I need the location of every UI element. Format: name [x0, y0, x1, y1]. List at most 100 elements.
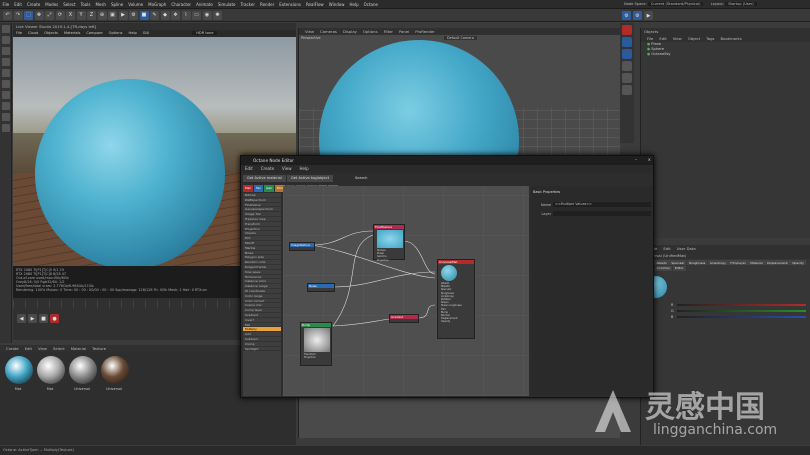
octane-live-icon[interactable]: ⚙	[633, 11, 642, 20]
attr-tab-displacement[interactable]: Displacement	[765, 260, 790, 265]
object-row[interactable]: ● OctaneSky	[641, 52, 810, 57]
z-axis-icon[interactable]: Z	[87, 10, 96, 20]
lv-menu-cloud[interactable]: Cloud	[25, 31, 41, 35]
octane-settings-icon[interactable]: ⚙	[622, 11, 631, 20]
attr-menu-user-data[interactable]: User Data	[674, 246, 699, 251]
camera-dropdown[interactable]: Default Camera	[444, 36, 477, 40]
attr-tab-material[interactable]: Material	[748, 260, 765, 265]
node-tab-mat[interactable]: Mat	[243, 185, 253, 192]
attr-tab-film-layer[interactable]: Film/Layer	[728, 260, 748, 265]
cube-icon[interactable]: ■	[139, 10, 149, 20]
rgb-slider[interactable]	[677, 309, 806, 312]
hdr-tonemap-dropdown[interactable]: HDR tone	[192, 31, 218, 35]
ne-menu-view[interactable]: View	[278, 166, 296, 171]
node-port[interactable]: Opacity	[438, 320, 474, 323]
minimize-icon[interactable]: –	[635, 157, 637, 162]
menu-item-help[interactable]: Help	[347, 0, 361, 9]
material-item[interactable]: Universal	[66, 354, 98, 391]
rotate-icon[interactable]: ⟳	[55, 10, 65, 20]
octane-sky-icon[interactable]	[622, 49, 632, 59]
tool-4-icon[interactable]	[2, 58, 10, 66]
lv-menu-gui[interactable]: GUI	[140, 31, 152, 35]
node-port[interactable]: Projection	[374, 259, 404, 262]
y-axis-icon[interactable]: Y	[76, 10, 86, 20]
lv-menu-compare[interactable]: Compare	[83, 31, 105, 35]
cloner-icon[interactable]: ❖	[171, 10, 180, 20]
node-gradient[interactable]: Gradient	[389, 314, 419, 323]
octane-light-icon[interactable]	[622, 85, 632, 95]
material-item[interactable]: Mat	[2, 354, 34, 391]
vp-menu-prorender[interactable]: ProRender	[412, 29, 438, 34]
move-icon[interactable]: ✥	[34, 10, 44, 20]
render-settings-icon[interactable]: ⚙	[129, 10, 138, 20]
select-icon[interactable]: ⬚	[24, 10, 33, 20]
menu-item-mograph[interactable]: MoGraph	[146, 0, 169, 9]
lv-menu-objects[interactable]: Objects	[41, 31, 61, 35]
menu-item-animate[interactable]: Animate	[194, 0, 216, 9]
tool-5-icon[interactable]	[2, 69, 10, 77]
menu-item-render[interactable]: Render	[257, 0, 276, 9]
undo-icon[interactable]: ↶	[3, 10, 12, 20]
search-button[interactable]: Search	[351, 175, 372, 182]
tool-8-icon[interactable]	[2, 102, 10, 110]
om-menu-object[interactable]: Object	[685, 36, 703, 41]
tool-7-icon[interactable]	[2, 91, 10, 99]
tool-9-icon[interactable]	[2, 113, 10, 121]
menu-item-modes[interactable]: Modes	[43, 0, 61, 9]
camera-icon[interactable]: ◉	[202, 10, 212, 20]
menu-item-file[interactable]: File	[0, 0, 12, 9]
octane-camera-icon[interactable]	[622, 25, 632, 35]
menu-item-tools[interactable]: Tools	[78, 0, 93, 9]
menu-item-edit[interactable]: Edit	[12, 0, 25, 9]
redo-icon[interactable]: ↷	[13, 10, 23, 20]
record-icon[interactable]: ●	[50, 314, 59, 323]
menu-item-spline[interactable]: Spline	[108, 0, 125, 9]
mat-menu-view[interactable]: View	[35, 346, 50, 351]
menu-item-extensions[interactable]: Extensions	[277, 0, 304, 9]
node-float-texture[interactable]: FloatTexture Texture Power Gamma Projection	[373, 224, 405, 262]
node-universal-material[interactable]: UniversalMat Albedo Metallic Specular Rough…	[437, 259, 475, 339]
om-menu-view[interactable]: View	[670, 36, 685, 41]
material-item[interactable]: Universal	[98, 354, 130, 391]
menu-item-realflow[interactable]: RealFlow	[303, 0, 326, 9]
attr-tab-opacity[interactable]: Opacity	[790, 260, 806, 265]
menu-item-character[interactable]: Character	[169, 0, 194, 9]
vp-menu-display[interactable]: Display	[340, 29, 360, 34]
light-icon[interactable]: ✺	[213, 10, 222, 20]
menu-item-simulate[interactable]: Simulate	[215, 0, 238, 9]
om-menu-edit[interactable]: Edit	[656, 36, 669, 41]
render-region-icon[interactable]: ▣	[108, 10, 117, 20]
attr-tab-roughness[interactable]: Roughness	[686, 260, 708, 265]
node-list-item[interactable]: Spotlight	[243, 347, 281, 352]
floor-icon[interactable]: ▭	[192, 10, 201, 20]
stop-icon[interactable]: ■	[39, 314, 48, 323]
om-menu-bookmarks[interactable]: Bookmarks	[718, 36, 745, 41]
vp-menu-panel[interactable]: Panel	[396, 29, 412, 34]
mat-menu-material[interactable]: Material	[68, 346, 89, 351]
menu-item-window[interactable]: Window	[326, 0, 347, 9]
octane-sun-icon[interactable]	[622, 73, 632, 83]
attr-tab-anisotropy[interactable]: Anisotropy	[707, 260, 728, 265]
node-noise[interactable]: Noise	[307, 283, 335, 292]
menu-item-volume[interactable]: Volume	[126, 0, 146, 9]
scale-icon[interactable]: ⤢	[45, 10, 54, 20]
menu-item-create[interactable]: Create	[24, 0, 42, 9]
attr-tab-albedo[interactable]: Albedo	[654, 260, 669, 265]
node-tab-gen[interactable]: Gen	[264, 185, 275, 192]
tool-10-icon[interactable]	[2, 124, 10, 132]
tool-3-icon[interactable]	[2, 47, 10, 55]
layer-field[interactable]	[553, 211, 651, 216]
get-active-tag-button[interactable]: Get Active tag/object	[287, 175, 333, 182]
close-icon[interactable]: ×	[648, 157, 651, 162]
mat-menu-edit[interactable]: Edit	[22, 346, 35, 351]
lv-menu-help[interactable]: Help	[126, 31, 140, 35]
ne-menu-edit[interactable]: Edit	[241, 166, 257, 171]
ne-menu-help[interactable]: Help	[296, 166, 313, 171]
attr-tab-specular[interactable]: Specular	[669, 260, 687, 265]
node-bump[interactable]: Bump Transform Projection	[300, 322, 332, 366]
node-space-dropdown[interactable]: Current (Standard/Physical)	[647, 2, 704, 6]
attr-tab-editor[interactable]: Editor	[672, 265, 686, 271]
node-port[interactable]: Projection	[301, 356, 331, 359]
menu-item-tracker[interactable]: Tracker	[238, 0, 257, 9]
play-icon[interactable]: ▶	[28, 314, 37, 323]
